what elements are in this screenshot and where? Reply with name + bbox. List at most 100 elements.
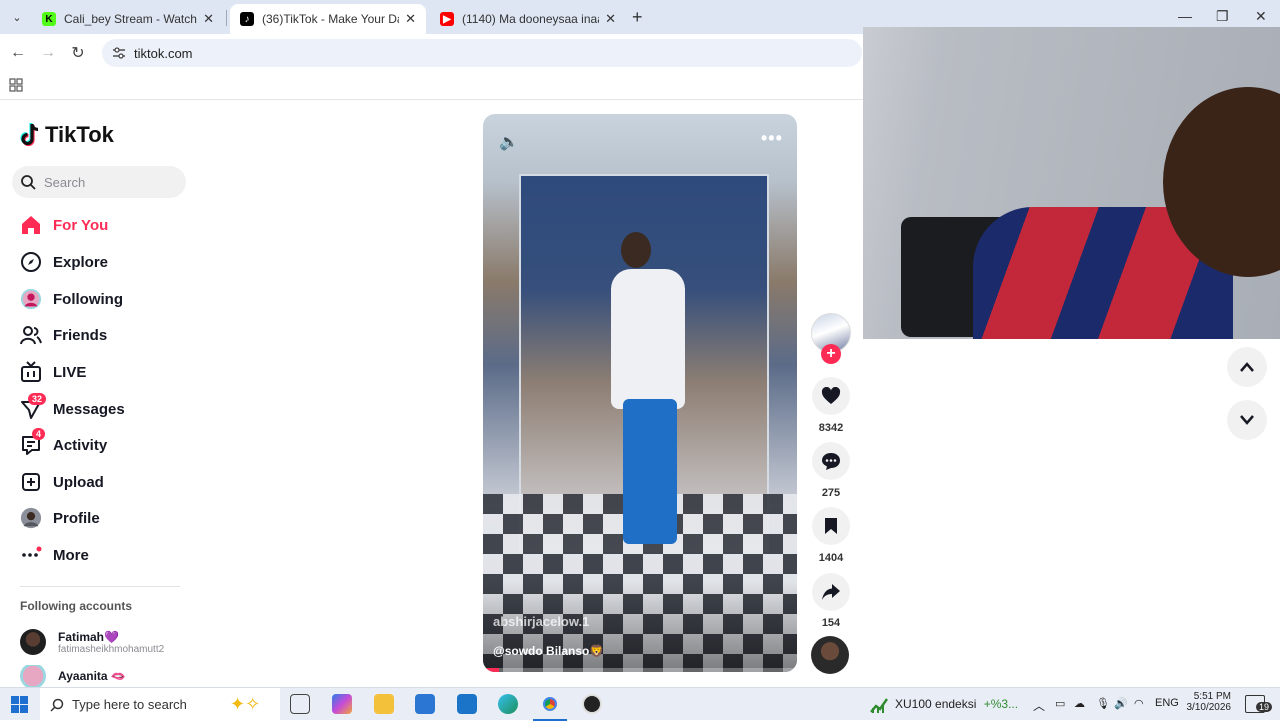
- language-indicator[interactable]: ENG: [1155, 697, 1179, 709]
- tiktok-logo[interactable]: TikTok: [20, 122, 114, 148]
- nav-messages[interactable]: 32 Messages: [20, 393, 125, 423]
- compass-icon: [20, 251, 42, 273]
- cloud-sync-icon[interactable]: ☁: [1074, 697, 1085, 710]
- messages-icon: 32: [20, 393, 47, 420]
- wifi-icon[interactable]: ◠: [1134, 697, 1144, 710]
- nav-for-you[interactable]: For You: [20, 211, 108, 239]
- comment-button[interactable]: [812, 442, 850, 480]
- nav-label: Activity: [53, 436, 108, 454]
- tab-tiktok[interactable]: ♪ (36)TikTok - Make Your Day ✕: [230, 4, 426, 34]
- video-progress-fill: [483, 668, 499, 672]
- youtube-favicon-icon: ▶: [440, 12, 454, 26]
- nav-explore[interactable]: Explore: [20, 248, 108, 276]
- bookmarks-bar: [0, 72, 864, 100]
- nav-upload[interactable]: Upload: [20, 468, 104, 496]
- edge-icon[interactable]: [498, 694, 518, 714]
- tab-search-chevron-icon[interactable]: ⌄: [8, 8, 26, 26]
- notification-count-badge: 19: [1256, 702, 1273, 712]
- nav-friends[interactable]: Friends: [20, 321, 107, 349]
- nav-label: Profile: [53, 509, 100, 527]
- previous-video-button[interactable]: [1227, 347, 1267, 387]
- apps-grid-icon[interactable]: [9, 78, 23, 92]
- video-more-options[interactable]: •••: [761, 128, 783, 149]
- next-video-button[interactable]: [1227, 400, 1267, 440]
- comment-icon: [822, 453, 840, 470]
- site-settings-icon[interactable]: [112, 46, 126, 60]
- chevron-down-icon: [1240, 415, 1254, 425]
- microsoft-store-icon[interactable]: [415, 694, 435, 714]
- sidebar-divider: [20, 586, 180, 587]
- nav-live[interactable]: LIVE: [20, 358, 86, 386]
- account-avatar: [20, 665, 46, 687]
- video-author[interactable]: abshirjacelow.1: [493, 614, 589, 629]
- video-progress-bar[interactable]: [483, 668, 797, 672]
- live-tv-icon: [20, 361, 42, 383]
- save-button[interactable]: [812, 507, 850, 545]
- like-button[interactable]: [812, 377, 850, 415]
- music-disc-avatar[interactable]: [811, 636, 849, 674]
- share-button[interactable]: [812, 573, 850, 611]
- account-item[interactable]: Fatimah💜 fatimasheikhmohamutt2: [20, 629, 164, 655]
- chrome-icon[interactable]: [540, 694, 560, 714]
- forward-icon[interactable]: →: [38, 43, 58, 63]
- nav-label: For You: [53, 216, 109, 234]
- microphone-icon[interactable]: 🎙: [1096, 697, 1110, 710]
- clock[interactable]: 5:51 PM 3/10/2026: [1185, 691, 1232, 713]
- volume-icon[interactable]: 🔈: [499, 132, 519, 152]
- obs-icon[interactable]: [582, 694, 602, 714]
- search-input[interactable]: Search: [12, 166, 186, 198]
- nav-label: Explore: [53, 253, 109, 271]
- kick-favicon-icon: K: [42, 12, 56, 26]
- copilot-icon[interactable]: [332, 694, 352, 714]
- clock-date: 3/10/2026: [1186, 702, 1232, 713]
- tray-overflow-chevron-icon[interactable]: ︿: [1033, 697, 1045, 714]
- search-icon: [21, 175, 36, 190]
- tab-title: (36)TikTok - Make Your Day: [262, 12, 400, 26]
- nav-following[interactable]: Following: [20, 285, 123, 313]
- task-view-icon[interactable]: [290, 694, 310, 714]
- stock-name: XU100 endeksi: [895, 697, 977, 711]
- tab-youtube[interactable]: ▶ (1140) Ma dooneysaa inaad kic ✕: [430, 4, 626, 34]
- messages-badge: 32: [28, 393, 47, 405]
- account-name: Fatimah💜: [58, 629, 119, 644]
- search-placeholder: Search: [44, 174, 86, 190]
- nav-more[interactable]: More: [20, 541, 89, 569]
- activity-badge: 4: [32, 428, 46, 440]
- account-item[interactable]: Ayaanita 🫦: [20, 665, 126, 687]
- share-count: 154: [821, 617, 841, 629]
- volume-tray-icon[interactable]: 🔊: [1114, 697, 1128, 710]
- share-arrow-icon: [822, 584, 840, 600]
- meet-now-icon[interactable]: ▭: [1055, 697, 1065, 710]
- back-icon[interactable]: ←: [8, 43, 28, 63]
- file-explorer-icon[interactable]: [374, 694, 394, 714]
- mail-icon[interactable]: [457, 694, 477, 714]
- bookmark-icon: [825, 518, 837, 534]
- video-caption[interactable]: @sowdo Bilanso🦁: [493, 644, 604, 658]
- comment-count: 275: [821, 487, 841, 499]
- url-text: tiktok.com: [134, 45, 193, 61]
- tab-close-icon[interactable]: ✕: [405, 11, 416, 27]
- clock-time: 5:51 PM: [1193, 691, 1231, 702]
- address-bar: ← → ↻ tiktok.com: [0, 34, 864, 72]
- restore-icon[interactable]: ❐: [1216, 8, 1229, 25]
- url-field[interactable]: tiktok.com: [102, 39, 862, 67]
- stock-widget[interactable]: XU100 endeksi +%3...: [895, 697, 1018, 711]
- nav-activity[interactable]: 4 Activity: [20, 428, 108, 459]
- search-icon: [50, 698, 64, 712]
- tab-title: Cali_bey Stream - Watch Live on: [64, 12, 197, 26]
- tab-close-icon[interactable]: ✕: [203, 11, 214, 27]
- minimize-icon[interactable]: —: [1178, 8, 1192, 24]
- nav-label: Upload: [53, 473, 104, 491]
- windows-start-icon[interactable]: [11, 696, 28, 713]
- close-window-icon[interactable]: ✕: [1255, 8, 1267, 25]
- follow-button[interactable]: +: [821, 344, 841, 364]
- nav-profile[interactable]: Profile: [20, 504, 100, 532]
- taskbar-search-input[interactable]: Type here to search ✦✧: [40, 688, 280, 721]
- new-tab-button[interactable]: +: [632, 7, 643, 28]
- nav-label: Following: [53, 290, 123, 308]
- tab-kick-stream[interactable]: K Cali_bey Stream - Watch Live on ✕: [32, 4, 224, 34]
- video-player[interactable]: 🔈 ••• abshirjacelow.1 @sowdo Bilanso🦁: [483, 114, 797, 672]
- tab-close-icon[interactable]: ✕: [605, 11, 616, 27]
- webcam-overlay: [863, 27, 1280, 339]
- reload-icon[interactable]: ↻: [68, 43, 88, 63]
